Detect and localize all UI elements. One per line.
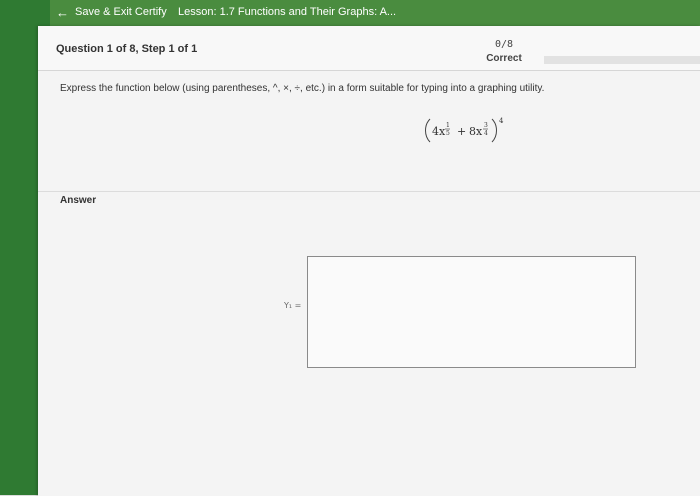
question-prompt: Express the function below (using parent… [60, 83, 545, 94]
exp-1: 1 [446, 122, 450, 129]
save-exit-button[interactable]: ← Save & Exit Certify [56, 0, 167, 24]
plus-sign: + [457, 125, 466, 138]
section-divider [38, 191, 700, 192]
back-arrow-icon: ← [56, 4, 69, 20]
left-paren [425, 118, 431, 143]
exp-1-den: 5 [446, 130, 450, 137]
answer-input[interactable] [307, 256, 636, 368]
term-8x: 8x [469, 125, 483, 138]
question-title: Question 1 of 8, Step 1 of 1 [56, 43, 198, 55]
math-expression: 4x 1 5 + 8x 3 4 4 [425, 117, 504, 143]
outer-exponent: 4 [499, 117, 504, 125]
term-4x: 4x [432, 125, 446, 138]
save-exit-label: Save & Exit Certify [75, 6, 167, 18]
question-panel: Question 1 of 8, Step 1 of 1 0/8 Correct… [38, 26, 700, 496]
right-paren [491, 118, 497, 143]
question-header: Question 1 of 8, Step 1 of 1 0/8 Correct [38, 26, 700, 71]
lesson-title: Lesson: 1.7 Functions and Their Graphs: … [178, 6, 397, 18]
score-fraction: 0/8 [494, 39, 514, 50]
score-progress-track [544, 56, 700, 64]
exp-2-den: 4 [484, 130, 488, 137]
answer-label: Answer [60, 195, 97, 206]
exp-2: 3 [484, 122, 488, 129]
score-status: Correct [486, 53, 522, 64]
score-display: 0/8 Correct [478, 38, 530, 66]
answer-prefix: Y₁ = [284, 301, 302, 310]
